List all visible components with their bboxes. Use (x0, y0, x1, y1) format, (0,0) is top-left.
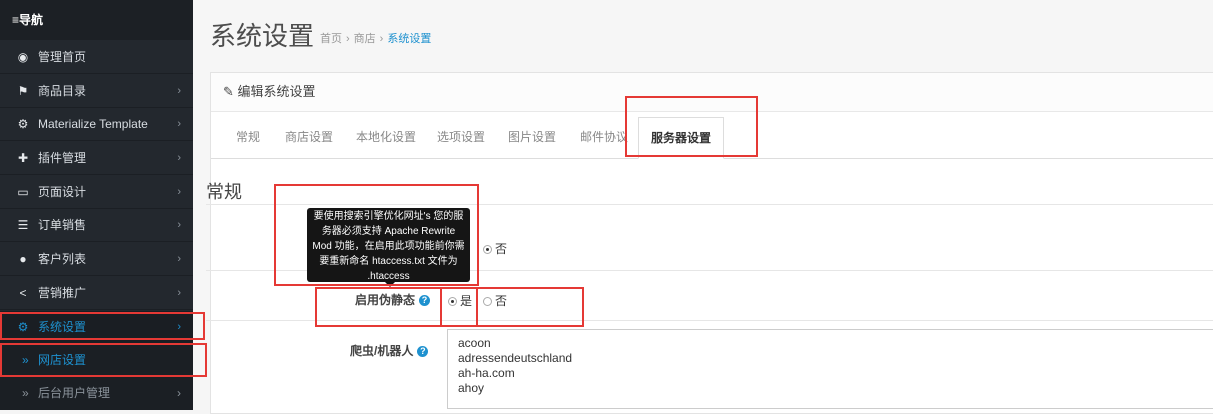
dashboard-icon: ◉ (17, 50, 29, 64)
tab-options[interactable]: 选项设置 (437, 128, 485, 145)
chevron-right-icon: › (177, 186, 181, 198)
cogs-icon: ⚙ (17, 117, 29, 131)
chevron-right-icon: › (177, 287, 181, 299)
annotation-box-system-menu (0, 312, 205, 340)
share-icon: < (19, 286, 27, 300)
robots-label: 爬虫/机器人? (350, 342, 429, 359)
user-icon: ● (19, 252, 27, 266)
annotation-box-store-settings (0, 343, 207, 377)
section-title: 常规 (206, 182, 242, 202)
cart-icon: ☰ (17, 218, 29, 232)
sidebar-item-dashboard[interactable]: ◉ 管理首页 (0, 41, 193, 74)
chevron-right-icon: › (177, 219, 181, 231)
radio-dot[interactable] (483, 245, 492, 254)
sidebar-item-label: 商品目录 (38, 84, 87, 98)
nav-header[interactable]: ≡导航 (0, 0, 193, 40)
sidebar-item-label: 页面设计 (38, 185, 87, 199)
sidebar-item-label: 管理首页 (38, 50, 87, 64)
textarea-line: ah-ha.com (458, 366, 515, 380)
sidebar-item-label: 订单销售 (38, 218, 87, 232)
tab-general[interactable]: 常规 (236, 128, 260, 145)
chevron-right-icon: › (177, 386, 181, 400)
chevron-right-icon: › (177, 253, 181, 265)
chevron-right-icon: › (177, 118, 181, 130)
sidebar-item-customers[interactable]: ● 客户列表 › (0, 243, 193, 276)
sidebar-item-extensions[interactable]: ✚ 插件管理 › (0, 142, 193, 175)
sidebar-item-sales[interactable]: ☰ 订单销售 › (0, 209, 193, 242)
robots-textarea[interactable]: acoon adressendeutschland ah-ha.com ahoy (447, 329, 1213, 409)
tab-store[interactable]: 商店设置 (285, 128, 333, 145)
annotation-box-tooltip (274, 184, 479, 286)
sidebar-subitem-users[interactable]: » 后台用户管理 › (0, 377, 193, 410)
sidebar-item-label: 营销推广 (38, 286, 87, 300)
tab-images[interactable]: 图片设置 (508, 128, 556, 145)
sidebar-item-label: Materialize Template (38, 117, 148, 131)
sidebar-item-design[interactable]: ▭ 页面设计 › (0, 176, 193, 209)
annotation-box-server-tab (625, 96, 758, 157)
sidebar-item-label: 插件管理 (38, 151, 87, 165)
tags-icon: ⚑ (17, 84, 29, 98)
sidebar-subitem-label: 后台用户管理 (38, 386, 111, 400)
sidebar-item-materialize[interactable]: ⚙ Materialize Template › (0, 108, 193, 141)
chevron-right-icon: › (177, 152, 181, 164)
breadcrumb: 首页 › 商店 › 系统设置 (320, 33, 432, 45)
help-icon[interactable]: ? (417, 346, 429, 357)
breadcrumb-current[interactable]: 系统设置 (387, 33, 431, 45)
textarea-line: acoon (458, 336, 491, 350)
double-chevron-icon: » (22, 386, 29, 400)
sidebar-item-catalog[interactable]: ⚑ 商品目录 › (0, 75, 193, 108)
chevron-right-icon: › (177, 85, 181, 97)
breadcrumb-home[interactable]: 首页 (320, 33, 342, 45)
page-title: 系统设置 (210, 21, 315, 51)
sidebar-item-label: 客户列表 (38, 252, 87, 266)
annotation-box-seo-radios (440, 287, 584, 327)
textarea-line: adressendeutschland (458, 351, 573, 365)
tab-localization[interactable]: 本地化设置 (356, 128, 416, 145)
radio-no-row1[interactable]: 否 (483, 240, 507, 257)
textarea-line: ahoy (458, 381, 485, 395)
breadcrumb-store[interactable]: 商店 (354, 33, 376, 45)
tab-mail[interactable]: 邮件协议 (580, 128, 628, 145)
puzzle-icon: ✚ (17, 151, 29, 165)
sidebar-item-marketing[interactable]: < 营销推广 › (0, 277, 193, 310)
monitor-icon: ▭ (17, 185, 29, 199)
sidebar: ≡导航 ◉ 管理首页 ⚑ 商品目录 › ⚙ Materialize Templa… (0, 0, 193, 410)
